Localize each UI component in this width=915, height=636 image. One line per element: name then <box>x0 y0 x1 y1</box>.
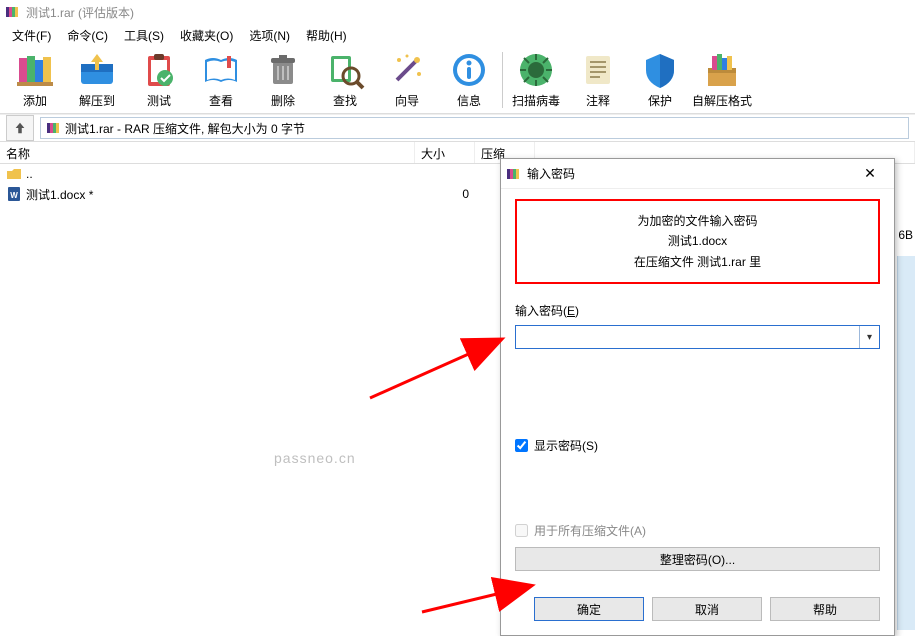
close-icon: ✕ <box>864 165 876 182</box>
address-text: 测试1.rar - RAR 压缩文件, 解包大小为 0 字节 <box>65 120 305 137</box>
folder-up-icon <box>6 166 22 182</box>
address-combo[interactable]: 测试1.rar - RAR 压缩文件, 解包大小为 0 字节 <box>40 117 909 139</box>
dialog-titlebar[interactable]: 输入密码 ✕ <box>501 159 894 189</box>
dialog-button-row: 确定 取消 帮助 <box>501 585 894 635</box>
column-size[interactable]: 大小 <box>415 142 475 163</box>
toolbar-sfx[interactable]: 自解压格式 <box>691 48 753 113</box>
toolbar-protect-label: 保护 <box>648 92 672 109</box>
svg-text:W: W <box>10 191 18 200</box>
chevron-down-icon: ▾ <box>867 332 872 343</box>
book-open-icon <box>201 50 241 90</box>
toolbar-info-label: 信息 <box>457 92 481 109</box>
toolbar-extract-label: 解压到 <box>79 92 115 109</box>
info-icon <box>449 50 489 90</box>
window-titlebar: 测试1.rar (评估版本) <box>0 0 915 24</box>
toolbar-view[interactable]: 查看 <box>190 48 252 113</box>
row-parent-name: .. <box>26 167 33 181</box>
toolbar-scan-label: 扫描病毒 <box>512 92 560 109</box>
toolbar-protect[interactable]: 保护 <box>629 48 691 113</box>
drawer-open-icon <box>77 50 117 90</box>
menu-command[interactable]: 命令(C) <box>59 25 116 46</box>
trash-icon <box>263 50 303 90</box>
toolbar-test[interactable]: 测试 <box>128 48 190 113</box>
prompt-message-box: 为加密的文件输入密码 测试1.docx 在压缩文件 测试1.rar 里 <box>515 199 880 284</box>
row-docx-size: 0 <box>415 187 475 201</box>
archive-icon <box>45 120 61 136</box>
password-dialog: 输入密码 ✕ 为加密的文件输入密码 测试1.docx 在压缩文件 测试1.rar… <box>500 158 895 636</box>
toolbar-delete-label: 删除 <box>271 92 295 109</box>
partial-text-6b: 6B <box>898 228 913 242</box>
archive-icon <box>505 166 521 182</box>
password-input[interactable] <box>516 326 859 348</box>
menu-options[interactable]: 选项(N) <box>241 25 298 46</box>
row-docx-name: 测试1.docx * <box>26 186 93 203</box>
toolbar-scan[interactable]: 扫描病毒 <box>505 48 567 113</box>
clipboard-check-icon <box>139 50 179 90</box>
menubar: 文件(F) 命令(C) 工具(S) 收藏夹(O) 选项(N) 帮助(H) <box>0 24 915 46</box>
prompt-line2: 测试1.docx <box>525 231 870 251</box>
toolbar-view-label: 查看 <box>209 92 233 109</box>
menu-help[interactable]: 帮助(H) <box>298 25 355 46</box>
dialog-close-button[interactable]: ✕ <box>850 160 890 188</box>
toolbar-find-label: 查找 <box>333 92 357 109</box>
address-row: 测试1.rar - RAR 压缩文件, 解包大小为 0 字节 <box>0 114 915 142</box>
menu-tools[interactable]: 工具(S) <box>116 25 172 46</box>
prompt-line3: 在压缩文件 测试1.rar 里 <box>525 252 870 272</box>
help-button[interactable]: 帮助 <box>770 597 880 621</box>
box-books-icon <box>702 50 742 90</box>
toolbar-add[interactable]: 添加 <box>4 48 66 113</box>
prompt-line1: 为加密的文件输入密码 <box>525 211 870 231</box>
toolbar-wizard-label: 向导 <box>395 92 419 109</box>
go-up-button[interactable] <box>6 115 34 141</box>
note-icon <box>578 50 618 90</box>
dialog-title: 输入密码 <box>527 165 850 182</box>
toolbar-test-label: 测试 <box>147 92 171 109</box>
toolbar-sfx-label: 自解压格式 <box>692 92 752 109</box>
watermark-text: passneo.cn <box>274 450 356 466</box>
toolbar-add-label: 添加 <box>23 92 47 109</box>
toolbar: 添加 解压到 测试 查看 删除 查找 向导 <box>0 46 915 114</box>
arrow-up-icon <box>13 121 27 135</box>
cancel-button[interactable]: 取消 <box>652 597 762 621</box>
toolbar-separator <box>502 52 503 108</box>
toolbar-delete[interactable]: 删除 <box>252 48 314 113</box>
app-icon <box>4 4 20 20</box>
menu-favorites[interactable]: 收藏夹(O) <box>172 25 241 46</box>
password-combo[interactable]: ▾ <box>515 325 880 349</box>
toolbar-wizard[interactable]: 向导 <box>376 48 438 113</box>
organize-passwords-button[interactable]: 整理密码(O)... <box>515 547 880 571</box>
toolbar-extract-to[interactable]: 解压到 <box>66 48 128 113</box>
toolbar-comment-label: 注释 <box>586 92 610 109</box>
password-dropdown-button[interactable]: ▾ <box>859 326 879 348</box>
column-name[interactable]: 名称 <box>0 142 415 163</box>
menu-file[interactable]: 文件(F) <box>4 25 59 46</box>
toolbar-find[interactable]: 查找 <box>314 48 376 113</box>
password-label: 输入密码(E) <box>515 302 880 319</box>
all-archives-input[interactable] <box>515 524 528 537</box>
ok-button[interactable]: 确定 <box>534 597 644 621</box>
virus-scan-icon <box>516 50 556 90</box>
search-icon <box>325 50 365 90</box>
toolbar-info[interactable]: 信息 <box>438 48 500 113</box>
word-doc-icon: W <box>6 186 22 202</box>
shield-icon <box>640 50 680 90</box>
show-password-input[interactable] <box>515 439 528 452</box>
dock-panel-peek <box>897 256 915 630</box>
wand-icon <box>387 50 427 90</box>
window-title: 测试1.rar (评估版本) <box>26 4 134 21</box>
show-password-checkbox[interactable]: 显示密码(S) <box>515 437 880 454</box>
toolbar-comment[interactable]: 注释 <box>567 48 629 113</box>
books-icon <box>15 50 55 90</box>
all-archives-checkbox[interactable]: 用于所有压缩文件(A) <box>515 522 880 539</box>
